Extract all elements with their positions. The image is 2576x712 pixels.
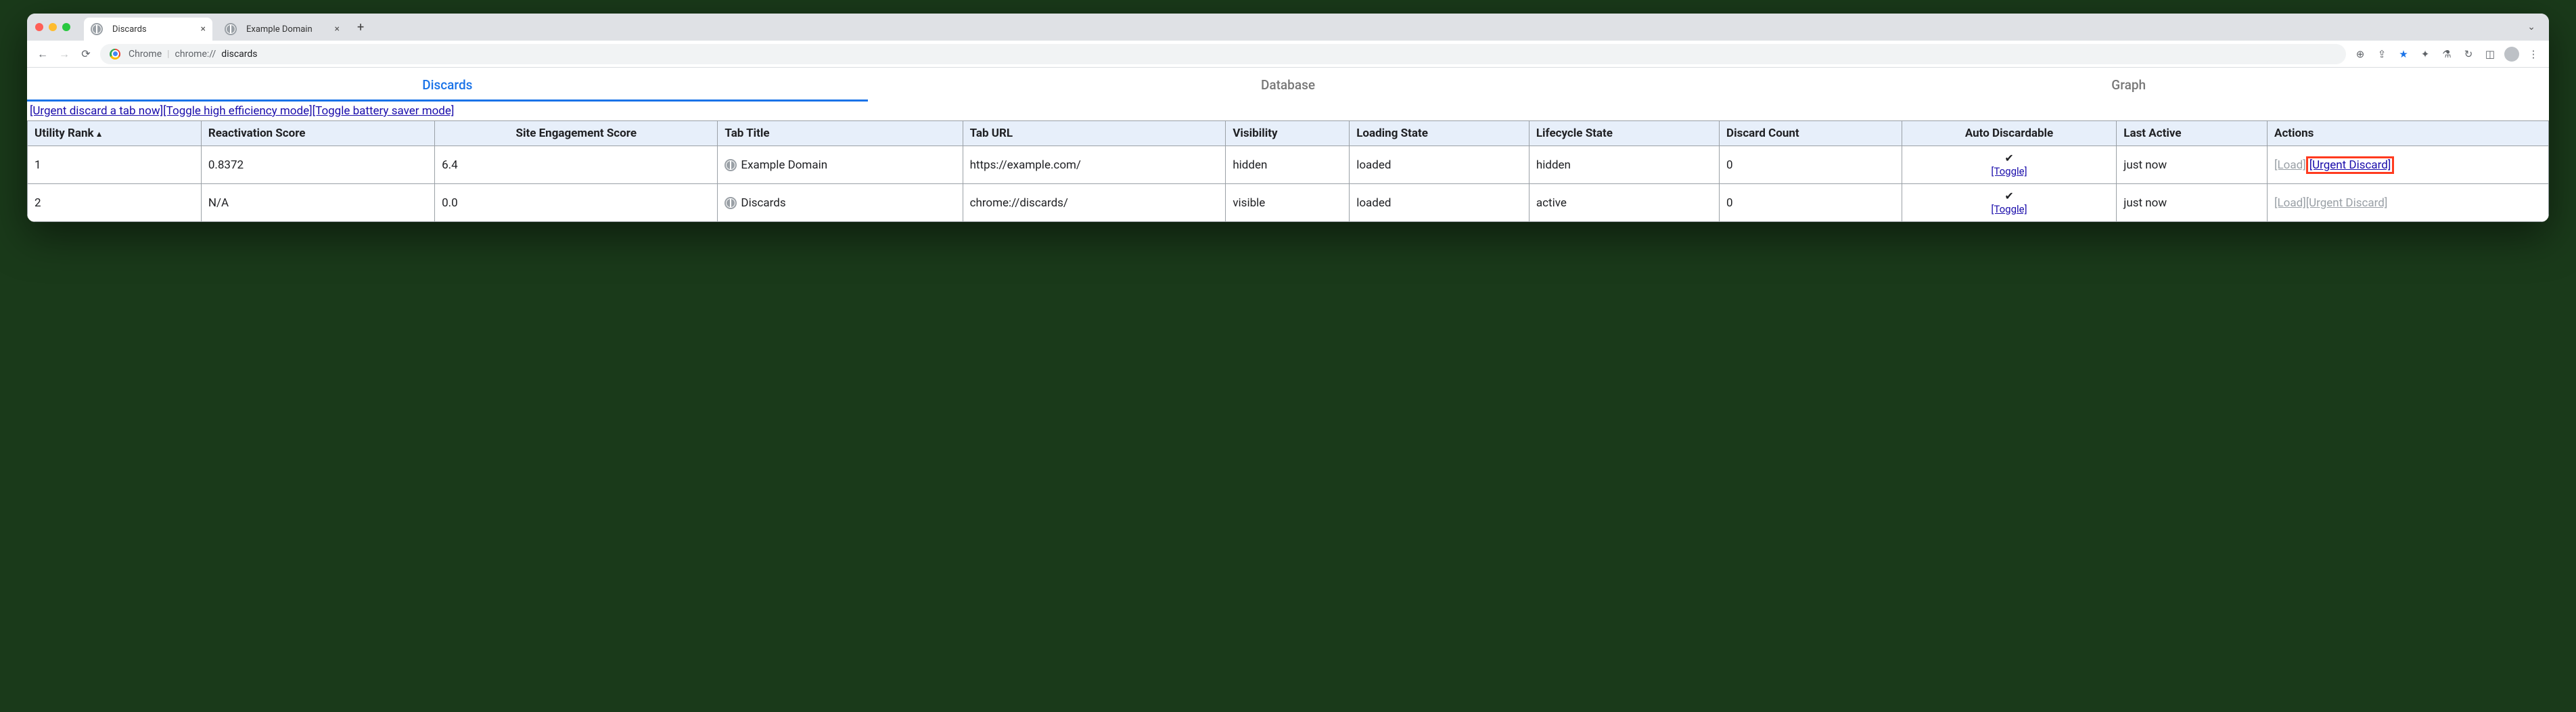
col-auto-discardable[interactable]: Auto Discardable <box>1902 121 2117 146</box>
profile-avatar[interactable] <box>2504 47 2519 62</box>
col-tab-title[interactable]: Tab Title <box>718 121 963 146</box>
col-last-active[interactable]: Last Active <box>2117 121 2268 146</box>
titlebar: Discards × Example Domain × + ⌄ <box>27 14 2549 41</box>
cell-last-active: just now <box>2117 146 2268 184</box>
cell-title: Example Domain <box>718 146 963 184</box>
chrome-icon <box>110 49 120 60</box>
sort-asc-icon: ▲ <box>95 129 104 139</box>
cell-engagement: 6.4 <box>435 146 718 184</box>
cell-loading: loaded <box>1350 184 1530 222</box>
cell-visibility: hidden <box>1226 146 1350 184</box>
forward-button[interactable]: → <box>57 47 72 61</box>
subtab-bar: Discards Database Graph <box>27 68 2549 102</box>
tab-overflow-button[interactable]: ⌄ <box>2522 22 2541 32</box>
tab-title: Discards <box>112 24 147 35</box>
window-controls <box>35 23 70 31</box>
cell-loading: loaded <box>1350 146 1530 184</box>
toggle-auto-link[interactable]: [Toggle] <box>1991 203 2027 215</box>
check-icon: ✔ <box>1909 190 2110 202</box>
top-action-links: [Urgent discard a tab now][Toggle high e… <box>27 102 2549 120</box>
action-load-link[interactable]: [Load] <box>2274 158 2306 172</box>
subtab-discards[interactable]: Discards <box>27 68 868 102</box>
share-icon[interactable]: ⇪ <box>2374 48 2389 60</box>
col-lifecycle-state[interactable]: Lifecycle State <box>1529 121 1719 146</box>
zoom-icon[interactable]: ⊕ <box>2353 48 2368 60</box>
cell-lifecycle: hidden <box>1529 146 1719 184</box>
cell-auto-discardable: ✔ [Toggle] <box>1902 184 2117 222</box>
omnibox[interactable]: Chrome | chrome://discards <box>100 44 2346 64</box>
toolbar: ← → ⟳ Chrome | chrome://discards ⊕ ⇪ ★ ✦… <box>27 41 2549 68</box>
maximize-window-button[interactable] <box>62 23 70 31</box>
toggle-high-efficiency-link[interactable]: [Toggle high efficiency mode] <box>163 104 312 118</box>
browser-tab-discards[interactable]: Discards × <box>84 18 212 41</box>
col-utility-rank[interactable]: Utility Rank▲ <box>28 121 202 146</box>
cell-visibility: visible <box>1226 184 1350 222</box>
browser-window: Discards × Example Domain × + ⌄ ← → ⟳ Ch… <box>27 14 2549 222</box>
globe-icon <box>91 23 103 35</box>
tab-title: Example Domain <box>246 24 313 35</box>
col-loading-state[interactable]: Loading State <box>1350 121 1530 146</box>
minimize-window-button[interactable] <box>49 23 57 31</box>
cell-rank: 2 <box>28 184 202 222</box>
cell-url: chrome://discards/ <box>963 184 1226 222</box>
subtab-database[interactable]: Database <box>868 68 1709 102</box>
cell-rank: 1 <box>28 146 202 184</box>
check-icon: ✔ <box>1909 152 2110 164</box>
cell-auto-discardable: ✔ [Toggle] <box>1902 146 2117 184</box>
globe-icon <box>225 23 237 35</box>
cell-lifecycle: active <box>1529 184 1719 222</box>
omnibox-scheme: Chrome <box>129 49 162 60</box>
bookmark-icon[interactable]: ★ <box>2396 48 2411 60</box>
back-button[interactable]: ← <box>35 47 50 61</box>
col-tab-url[interactable]: Tab URL <box>963 121 1226 146</box>
subtab-graph[interactable]: Graph <box>1708 68 2549 102</box>
col-reactivation-score[interactable]: Reactivation Score <box>201 121 434 146</box>
cell-reactivation: 0.8372 <box>201 146 434 184</box>
cell-title: Discards <box>718 184 963 222</box>
new-tab-button[interactable]: + <box>352 20 369 35</box>
globe-icon <box>724 159 737 171</box>
reload-button[interactable]: ⟳ <box>78 47 93 60</box>
cell-engagement: 0.0 <box>435 184 718 222</box>
cell-last-active: just now <box>2117 184 2268 222</box>
cell-reactivation: N/A <box>201 184 434 222</box>
col-discard-count[interactable]: Discard Count <box>1720 121 1902 146</box>
page-content: Discards Database Graph [Urgent discard … <box>27 68 2549 222</box>
cell-actions: [Load][Urgent Discard] <box>2268 146 2549 184</box>
toggle-battery-saver-link[interactable]: [Toggle battery saver mode] <box>313 104 455 118</box>
globe-icon <box>724 197 737 209</box>
cell-discard-count: 0 <box>1720 146 1902 184</box>
toggle-auto-link[interactable]: [Toggle] <box>1991 165 2027 177</box>
col-visibility[interactable]: Visibility <box>1226 121 1350 146</box>
cell-url: https://example.com/ <box>963 146 1226 184</box>
omnibox-host: chrome:// <box>175 49 216 60</box>
highlight-box: [Urgent Discard] <box>2306 156 2395 174</box>
discards-table: Utility Rank▲ Reactivation Score Site En… <box>27 120 2549 222</box>
action-load-link[interactable]: [Load] <box>2274 196 2306 210</box>
urgent-discard-tab-link[interactable]: [Urgent discard a tab now] <box>30 104 163 118</box>
cell-actions: [Load][Urgent Discard] <box>2268 184 2549 222</box>
col-actions[interactable]: Actions <box>2268 121 2549 146</box>
close-tab-icon[interactable]: × <box>335 24 340 35</box>
refresh-icon[interactable]: ↻ <box>2461 48 2476 60</box>
browser-tab-example[interactable]: Example Domain × <box>218 18 346 41</box>
close-window-button[interactable] <box>35 23 43 31</box>
table-row: 2 N/A 0.0 Discards chrome://discards/ vi… <box>28 184 2549 222</box>
cell-discard-count: 0 <box>1720 184 1902 222</box>
action-urgent-discard-link[interactable]: [Urgent Discard] <box>2309 158 2391 172</box>
extensions-icon[interactable]: ✦ <box>2418 48 2433 60</box>
table-row: 1 0.8372 6.4 Example Domain https://exam… <box>28 146 2549 184</box>
close-tab-icon[interactable]: × <box>201 24 206 35</box>
menu-icon[interactable]: ⋮ <box>2526 48 2541 60</box>
omnibox-path: discards <box>221 49 257 60</box>
action-urgent-discard-link[interactable]: [Urgent Discard] <box>2306 196 2388 210</box>
sidepanel-icon[interactable]: ◫ <box>2483 48 2498 60</box>
table-header-row: Utility Rank▲ Reactivation Score Site En… <box>28 121 2549 146</box>
col-site-engagement[interactable]: Site Engagement Score <box>435 121 718 146</box>
labs-icon[interactable]: ⚗ <box>2439 48 2454 60</box>
